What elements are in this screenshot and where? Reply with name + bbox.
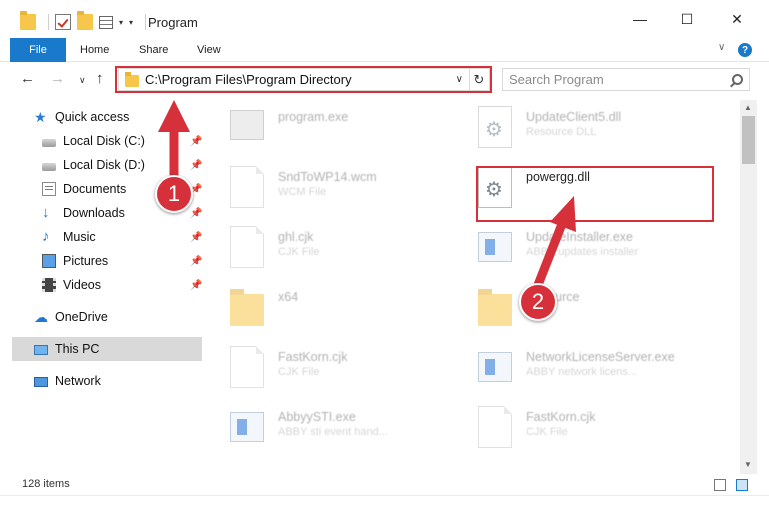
annotation-arrows: [158, 100, 576, 295]
arrow-2: [531, 196, 576, 295]
step-badge-1: 1: [155, 175, 193, 213]
step-badge-2: 2: [519, 283, 557, 321]
